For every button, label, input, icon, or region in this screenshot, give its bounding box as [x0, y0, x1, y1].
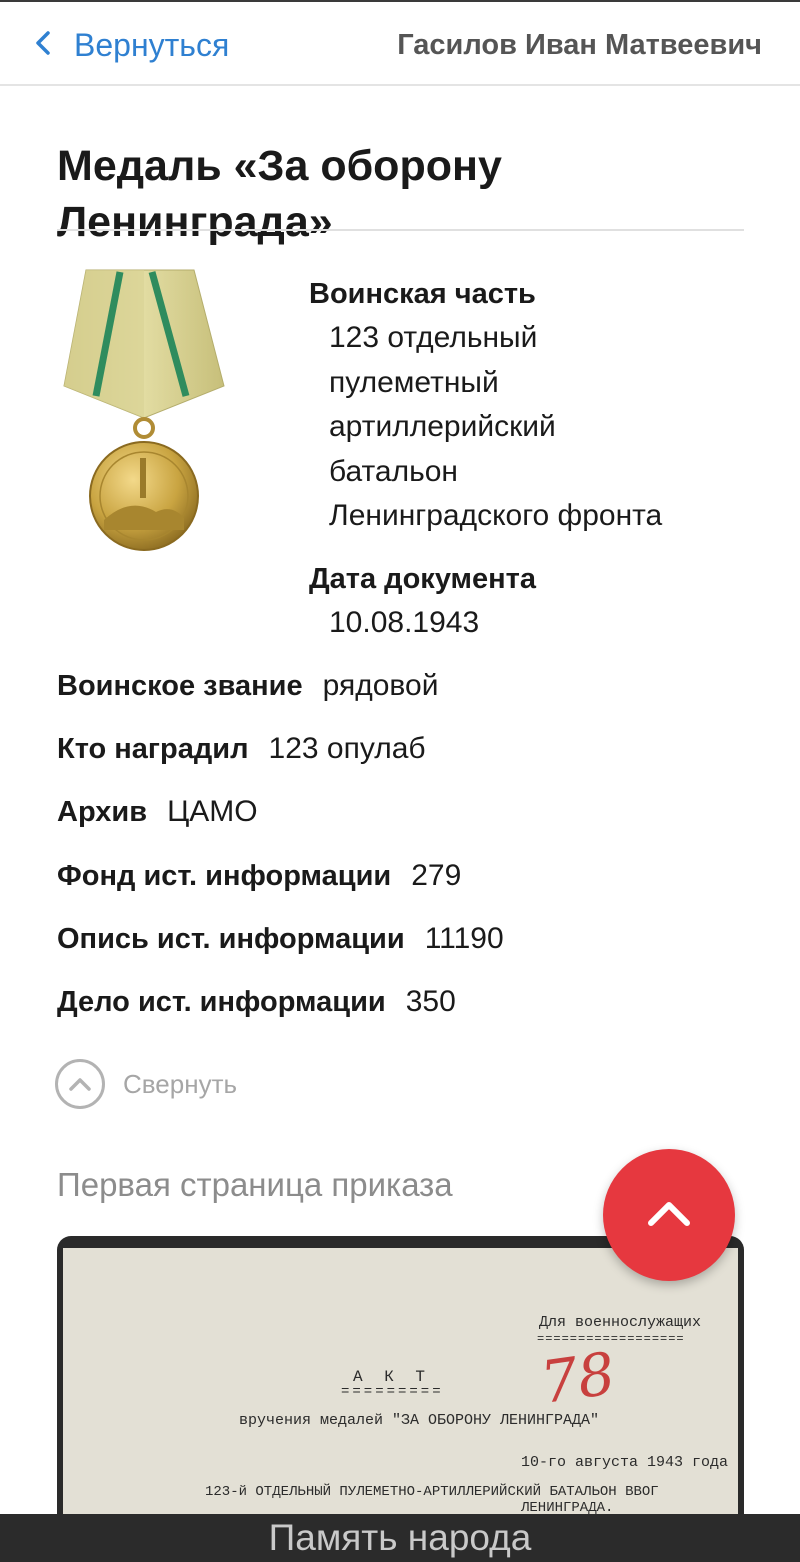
- detail-row-awarded-by: Кто наградил 123 опулаб: [57, 727, 426, 771]
- document-unit-line: 123-й ОТДЕЛЬНЫЙ ПУЛЕМЕТНО-АРТИЛЛЕРИЙСКИЙ…: [205, 1484, 659, 1500]
- document-paper: Для военнослужащих ================== А …: [63, 1248, 738, 1526]
- divider: [57, 229, 744, 231]
- order-section-title: Первая страница приказа: [57, 1166, 453, 1203]
- detail-label: Архив: [57, 795, 148, 828]
- chevron-left-icon: [34, 27, 52, 64]
- unit-info: Воинская часть 123 отдельный пулеметный …: [309, 272, 769, 645]
- detail-label: Дело ист. информации: [57, 985, 386, 1018]
- collapse-label: Свернуть: [123, 1068, 238, 1099]
- unit-value-line: батальон: [329, 454, 458, 488]
- doc-date-value: 10.08.1943: [329, 605, 480, 639]
- detail-value: 11190: [424, 922, 504, 955]
- detail-label: Кто наградил: [57, 732, 249, 765]
- unit-label: Воинская часть: [309, 278, 536, 310]
- unit-value-line: артиллерийский: [329, 410, 556, 443]
- detail-value: 123 опулаб: [268, 732, 426, 765]
- document-date: 10-го августа 1943 года: [521, 1454, 729, 1471]
- document-note-underline: ==================: [537, 1332, 685, 1346]
- detail-value: 279: [411, 859, 462, 892]
- document-subtitle: вручения медалей "ЗА ОБОРОНУ ЛЕНИНГРАДА": [239, 1412, 600, 1429]
- detail-row-opis: Опись ист. информации 11190: [57, 917, 504, 961]
- award-title: Медаль «За оборону Ленинграда»: [57, 142, 502, 246]
- brand-label: Память народа: [268, 1517, 532, 1558]
- collapse-button[interactable]: Свернуть: [55, 1058, 237, 1110]
- detail-label: Опись ист. информации: [57, 922, 405, 955]
- detail-row-delo: Дело ист. информации 350: [57, 980, 456, 1024]
- doc-date-label: Дата документа: [309, 562, 536, 595]
- medal-icon: [60, 268, 230, 558]
- detail-value: рядовой: [322, 669, 439, 702]
- detail-value: 350: [405, 985, 456, 1018]
- award-detail-page: Вернуться Гасилов Иван Матвеевич Медаль …: [0, 0, 800, 1562]
- unit-value-line: 123 отдельный: [329, 321, 538, 354]
- brand-footer: Память народа: [0, 1514, 800, 1562]
- handwritten-number: 78: [536, 1339, 620, 1417]
- detail-row-fond: Фонд ист. информации 279: [57, 854, 461, 898]
- detail-value: ЦАМО: [167, 795, 258, 828]
- scroll-top-button[interactable]: [603, 1149, 735, 1281]
- chevron-up-icon: [55, 1059, 105, 1109]
- detail-row-rank: Воинское звание рядовой: [57, 664, 438, 708]
- unit-value-line: пулеметный: [329, 365, 499, 399]
- document-heading-underline: =========: [341, 1384, 444, 1400]
- person-name: Гасилов Иван Матвеевич: [397, 28, 762, 61]
- detail-label: Фонд ист. информации: [57, 859, 392, 892]
- unit-value-line: Ленинградского фронта: [329, 499, 663, 532]
- chevron-up-icon: [645, 1198, 693, 1233]
- detail-row-archive: Архив ЦАМО: [57, 790, 258, 834]
- back-label: Вернуться: [74, 26, 230, 63]
- top-bar: Вернуться Гасилов Иван Матвеевич: [0, 0, 800, 86]
- back-button[interactable]: Вернуться: [34, 22, 229, 68]
- detail-label: Воинское звание: [57, 669, 303, 702]
- order-document-image[interactable]: Для военнослужащих ================== А …: [57, 1236, 744, 1526]
- document-note: Для военнослужащих: [539, 1314, 702, 1331]
